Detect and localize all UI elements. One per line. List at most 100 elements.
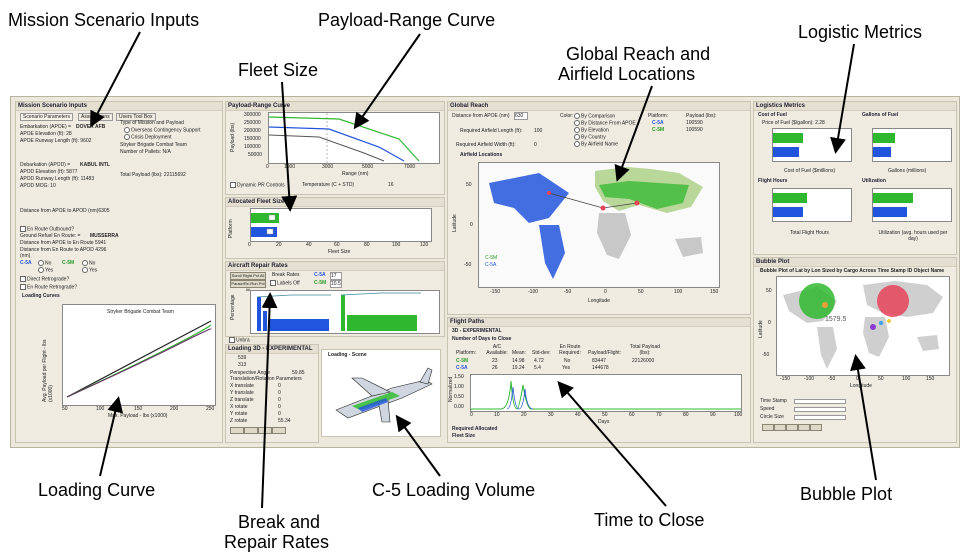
ground-refuel-label: Ground Refuel En Route: =	[20, 233, 81, 239]
loading3d-button-4[interactable]	[272, 427, 286, 434]
repair-rates-panel: Aircraft Repair Rates Scroll Right Pct A…	[225, 261, 445, 337]
payload-xlabel: Range (nm)	[342, 171, 369, 177]
c5-aircraft-3d	[335, 367, 433, 423]
req-width-value[interactable]: 0	[534, 142, 537, 148]
brigade-select[interactable]: Stryker Brigade Combat Team	[120, 142, 187, 148]
loading3d-button-2[interactable]	[244, 427, 258, 434]
z-translate-value[interactable]: 0	[278, 397, 281, 403]
time-stamp-slider[interactable]	[794, 399, 846, 404]
dynamic-pr-check[interactable]: Dynamic PR Controls	[230, 182, 285, 188]
fleet-xtick-20: 20	[276, 242, 282, 248]
x-translate-value[interactable]: 0	[278, 383, 281, 389]
mission-option-overseas[interactable]: Overseas Contingency Support	[124, 127, 200, 133]
color-opt-airfield[interactable]: By Airfield Name	[574, 141, 618, 147]
utilization-xlabel: Utilization (avg. hours used per day)	[878, 230, 948, 242]
z-rotate-value[interactable]: 55.34	[278, 418, 291, 424]
ground-refuel-select[interactable]: MUSSERRA	[90, 233, 119, 239]
distance-input[interactable]: 630	[514, 112, 528, 120]
c5m-yes-radio[interactable]: Yes	[82, 267, 97, 273]
row-c5m-platform: C-5M	[456, 358, 469, 364]
c5a-yes-radio[interactable]: Yes	[38, 267, 53, 273]
embark-select[interactable]: DOVER AFB	[76, 124, 105, 130]
payload-label: Payload (lbs):	[686, 113, 717, 119]
c5m-no-radio[interactable]: No	[82, 260, 95, 266]
bubble-pause-button[interactable]	[774, 424, 786, 431]
pause-rerun-button[interactable]: Pause/Re-Run Pct All	[230, 280, 266, 292]
utilization-bars	[873, 193, 913, 217]
loading-curve-xtick-50: 50	[62, 406, 68, 412]
bubble-xtick-neg50: -50	[828, 376, 836, 382]
loading3d-value-1: 539	[238, 355, 247, 361]
c5a-label: C-5A	[20, 260, 32, 266]
req-runway-value[interactable]: 100	[534, 128, 542, 134]
payload-range-plot	[268, 112, 440, 164]
row-c5m-ac: 23	[492, 358, 498, 364]
row-c5a-payload: 144678	[592, 365, 609, 371]
y-translate-value[interactable]: 0	[278, 390, 281, 396]
tab-scenario-parameters[interactable]: Scenario Parameters	[20, 113, 73, 121]
circle-size-slider[interactable]	[794, 415, 846, 420]
y-translate-label: Y translate	[230, 390, 254, 396]
embark-label: Embarkation (APOE) =	[20, 124, 71, 130]
loading3d-button-1[interactable]	[230, 427, 244, 434]
distance-label: Distance from APOE (nm)	[452, 113, 510, 119]
repair-c5m-input[interactable]: 10.5	[330, 280, 342, 288]
labels-off-check[interactable]: Labels Off	[270, 280, 300, 286]
enroute-retrograde-check[interactable]: En Route Retrograde?	[20, 284, 77, 290]
temperature-value[interactable]: 16	[388, 182, 394, 188]
days-ytick-100: 1.00	[454, 384, 464, 390]
map-xtick-neg50: -50	[564, 289, 572, 295]
payload-xtick-5000: 5000	[362, 164, 374, 170]
color-opt-country[interactable]: By Country	[574, 134, 606, 140]
direct-retrograde-check[interactable]: Direct Retrograde?	[20, 276, 69, 282]
cost-of-fuel-title: Cost of Fuel	[758, 112, 787, 118]
days-ytick-000: 0.00	[454, 404, 464, 410]
color-opt-elevation[interactable]: By Elevation	[574, 127, 609, 133]
unbra-check[interactable]: Unbra	[229, 337, 250, 343]
color-opt-distance[interactable]: By Distance From APOE	[574, 120, 636, 126]
scroll-right-button[interactable]: Scroll Right Pct All Open	[230, 272, 266, 284]
days-header-mean: Mean:	[512, 350, 526, 356]
days-to-close-plot	[470, 374, 742, 412]
days-header-total: Total Payload (lbs):	[629, 344, 661, 356]
repair-rates-plot	[250, 290, 440, 334]
bubble-xtick-neg100: -100	[804, 376, 815, 382]
callout-mission-inputs: Mission Scenario Inputs	[8, 10, 200, 30]
speed-slider[interactable]	[794, 407, 846, 412]
enroute-outbound-check[interactable]: En Route Outbound?	[20, 226, 74, 232]
gallons-title: Gallons of Fuel	[862, 112, 899, 118]
map-legend-c5m: C-5M	[485, 255, 498, 261]
payload-xtick-7000: 7000	[404, 164, 416, 170]
days-ytick-150: 1.50	[454, 374, 464, 380]
bubble-stop-button[interactable]	[798, 424, 810, 431]
days-header-std: Std-dev:	[532, 350, 551, 356]
global-payload-1[interactable]: 100590	[686, 120, 703, 126]
color-opt-comparison[interactable]: By Comparison	[574, 113, 615, 119]
bubble-step-button[interactable]	[786, 424, 798, 431]
y-rotate-value[interactable]: 0	[278, 411, 281, 417]
debark-select[interactable]: KABUL INTL	[80, 162, 110, 168]
c5a-no-radio[interactable]: No	[38, 260, 51, 266]
fuel-price[interactable]: Price of Fuel ($/gallon): 2.28	[762, 120, 825, 126]
global-payload-2[interactable]: 100590	[686, 127, 703, 133]
days-header-enroute: En Route Required:	[559, 344, 581, 356]
mission-option-crisis[interactable]: Crisis Deployment	[124, 134, 172, 140]
logistics-panel: Logistics Metrics Cost of Fuel Price of …	[753, 101, 957, 255]
loading-curve-ylabel: Avg. Payload per Flight - lbs (x1000)	[42, 339, 54, 402]
days-xtick-30: 30	[548, 412, 554, 418]
payload-xtick-0: 0	[266, 164, 269, 170]
bubble-xlabel: Longitude	[850, 383, 872, 389]
days-xtick-60: 60	[629, 412, 635, 418]
repair-c5a-input[interactable]: 17	[330, 272, 342, 280]
bubble-reset-button[interactable]	[810, 424, 822, 431]
airfield-locations-title: Airfield Locations	[460, 152, 503, 158]
map-ytick-neg50: -50	[464, 262, 472, 268]
row-c5m-std: 4.72	[534, 358, 544, 364]
bubble-play-button[interactable]	[762, 424, 774, 431]
loading3d-button-3[interactable]	[258, 427, 272, 434]
callout-global-reach-2: Airfield Locations	[558, 64, 696, 84]
required-allocated: Required Allocated	[452, 426, 498, 432]
x-rotate-value[interactable]: 0	[278, 404, 281, 410]
map-legend-c5a: C-5A	[485, 262, 497, 268]
tab-assumptions[interactable]: Assumptions	[78, 113, 113, 121]
